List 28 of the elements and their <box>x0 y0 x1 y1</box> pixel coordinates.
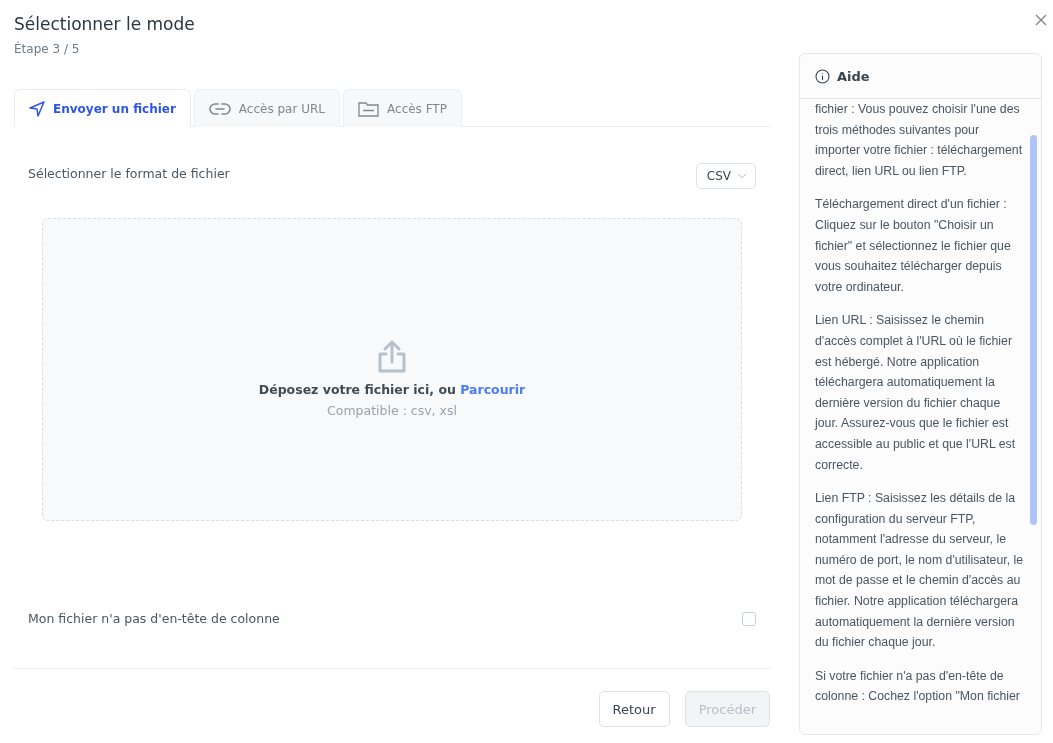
tab[interactable]: Envoyer un fichier <box>14 89 191 127</box>
help-paragraph: Lien URL : Saisissez le chemin d'accès complet à l'URL où le fichier est hébergé. Notre application téléchargera automatiquement la dernière version du fichier chaque jour. Assurez-vous que le fichier est accessible au public et que l'URL est correcte. <box>815 312 1017 474</box>
file-dropzone[interactable]: Déposez votre fichier ici, ou Parcourir Compatible : csv, xsl <box>42 218 742 521</box>
info-icon <box>815 68 830 84</box>
help-paragraph: Téléchargement direct d'un fichier : Cliquez sur le bouton "Choisir un fichier" et sélectionnez le fichier que vous souhaitez télécharger depuis votre ordinateur. <box>815 196 1012 296</box>
no-header-checkbox[interactable] <box>742 611 756 626</box>
help-title: Aide <box>837 68 870 84</box>
no-header-label: Mon fichier n'a pas d'en-tête de colonne <box>28 611 280 626</box>
step-indicator: Étape 3 / 5 <box>14 42 81 56</box>
upload-icon <box>376 339 408 374</box>
chevron-down-icon <box>737 173 747 179</box>
folder-icon <box>358 100 380 117</box>
format-label: Sélectionner le format de fichier <box>28 165 230 181</box>
dropzone-text: Déposez votre fichier ici, ou Parcourir <box>258 381 526 397</box>
link-icon <box>208 101 231 116</box>
paper-plane-icon <box>29 100 45 117</box>
format-select[interactable]: CSV <box>695 163 756 189</box>
compatible-formats-text: Compatible : csv, xsl <box>327 402 457 418</box>
help-paragraph: fichier : Vous pouvez choisir l'une des trois méthodes suivantes pour importer votre fichier : téléchargement direct, lien URL ou lien FTP. <box>815 101 1024 180</box>
tab[interactable]: Accès FTP <box>343 89 462 127</box>
back-button[interactable]: Retour <box>598 691 670 727</box>
help-paragraph: Si votre fichier n'a pas d'en-tête de colonne : Cochez l'option "Mon fichier <box>815 667 1021 706</box>
close-icon[interactable] <box>1035 14 1047 26</box>
help-paragraph: Lien FTP : Saisissez les détails de la configuration du serveur FTP, notamment l'adresse du serveur, le numéro de port, le nom d'utilisateur, le mot de passe et le chemin d'accès au fichier. Notre application téléchargera automatiquement la dernière version du fichier chaque jour. <box>815 490 1024 652</box>
scrollbar[interactable] <box>1030 135 1037 525</box>
dialog-title: Sélectionner le mode <box>14 14 196 34</box>
tab[interactable]: Accès par URL <box>193 89 341 127</box>
browse-link[interactable]: Parcourir <box>460 381 526 397</box>
